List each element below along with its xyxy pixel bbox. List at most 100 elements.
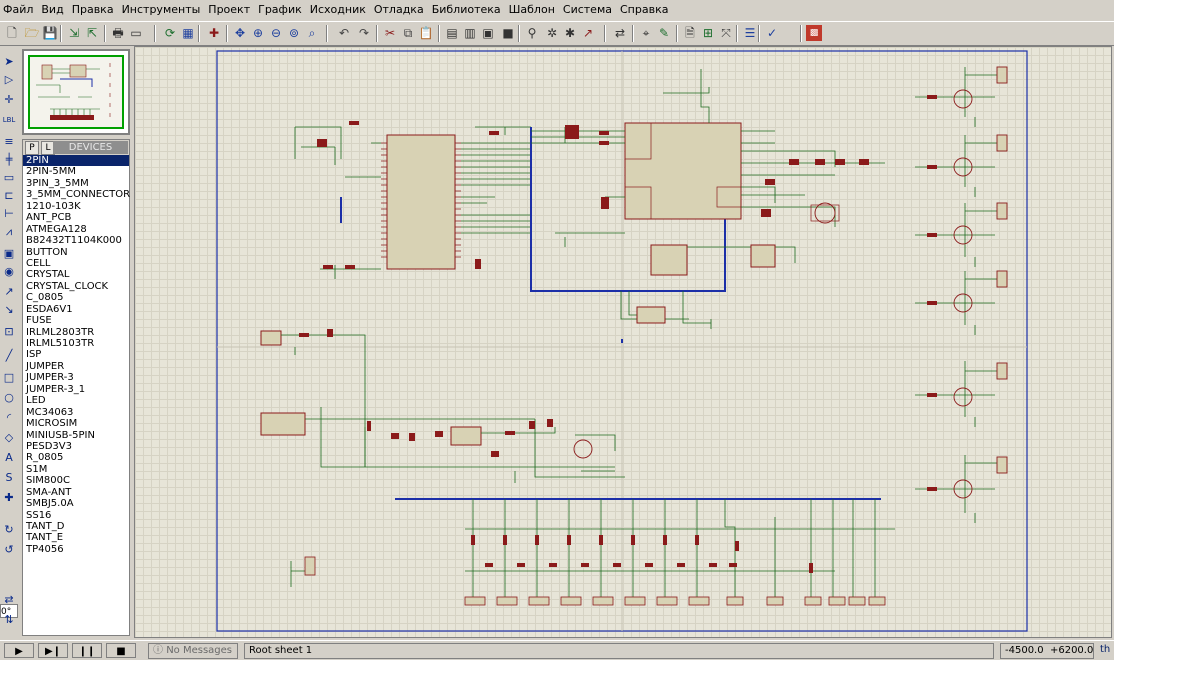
paste-icon[interactable]: 📋	[418, 25, 434, 41]
device-list-item[interactable]: C_0805	[23, 292, 129, 303]
zoom-in-icon[interactable]: ⊕	[250, 25, 266, 41]
netlist-to-ares-icon[interactable]: ▩	[806, 25, 822, 41]
redo-icon[interactable]: ↷	[356, 25, 372, 41]
device-list-item[interactable]: S1M	[23, 464, 129, 475]
make-device-icon[interactable]: ✲	[544, 25, 560, 41]
cut-icon[interactable]: ✂	[382, 25, 398, 41]
block-delete-icon[interactable]: ■	[500, 25, 516, 41]
menu-1[interactable]: Вид	[37, 0, 67, 20]
device-list-item[interactable]: CRYSTAL	[23, 269, 129, 280]
zoom-area-icon[interactable]: ⌕	[304, 25, 320, 41]
device-list-item[interactable]: 2PIN	[23, 155, 129, 167]
circle-2d-icon[interactable]: ○	[1, 390, 17, 406]
undo-icon[interactable]: ↶	[336, 25, 352, 41]
terminals-icon[interactable]: ⊏	[1, 188, 17, 204]
search-tag-icon[interactable]: ⌖	[638, 25, 654, 41]
buses-icon[interactable]: ╪	[1, 152, 17, 168]
device-list-item[interactable]: SMBJ5.0A	[23, 498, 129, 509]
device-list-item[interactable]: BUTTON	[23, 247, 129, 258]
device-list-item[interactable]: TANT_E	[23, 532, 129, 543]
device-list-item[interactable]: ESDA6V1	[23, 304, 129, 315]
refresh-icon[interactable]: ⟳	[162, 25, 178, 41]
device-list-item[interactable]: ATMEGA128	[23, 224, 129, 235]
device-list-item[interactable]: 3_5MM_CONNECTOR	[23, 189, 130, 200]
device-list-item[interactable]: CELL	[23, 258, 129, 269]
box-2d-icon[interactable]: □	[1, 370, 17, 386]
component-mode-icon[interactable]: ▷	[1, 72, 17, 88]
schematic-canvas[interactable]	[134, 46, 1112, 638]
menu-5[interactable]: График	[254, 0, 306, 20]
device-list-item[interactable]: IRLML2803TR	[23, 327, 129, 338]
arc-2d-icon[interactable]: ◜	[1, 410, 17, 426]
device-list-item[interactable]: SS16	[23, 510, 129, 521]
text-script-icon[interactable]: ≡	[1, 134, 17, 150]
rotate-cw-icon[interactable]: ↻	[1, 522, 17, 538]
device-list-item[interactable]: B82432T1104K000	[23, 235, 129, 246]
generator-icon[interactable]: ◉	[1, 264, 17, 280]
device-list-item[interactable]: PESD3V3	[23, 441, 129, 452]
zoom-to-child-icon[interactable]: ⤧	[718, 25, 734, 41]
symbol-icon[interactable]: S	[1, 470, 17, 486]
print-icon[interactable]: 🖶	[110, 25, 126, 41]
bill-of-materials-icon[interactable]: ☰	[742, 25, 758, 41]
zoom-all-icon[interactable]: ⊚	[286, 25, 302, 41]
play-button[interactable]: ▶	[4, 643, 34, 658]
mirror-y-icon[interactable]: ⇅	[1, 612, 17, 628]
menu-4[interactable]: Проект	[204, 0, 254, 20]
stop-button[interactable]: ■	[106, 643, 136, 658]
print-area-icon[interactable]: ▭	[128, 25, 144, 41]
device-list-item[interactable]: JUMPER-3_1	[23, 384, 129, 395]
device-list-item[interactable]: TP4056	[23, 544, 129, 555]
current-probe-icon[interactable]: ↘	[1, 302, 17, 318]
device-list-item[interactable]: ANT_PCB	[23, 212, 129, 223]
device-list-item[interactable]: R_0805	[23, 452, 129, 463]
subcircuit-icon[interactable]: ▭	[1, 170, 17, 186]
device-list-item[interactable]: CRYSTAL_CLOCK	[23, 281, 129, 292]
menu-2[interactable]: Правка	[68, 0, 118, 20]
new-sheet-icon[interactable]: 🗎	[682, 25, 698, 41]
property-assignment-icon[interactable]: ✎	[656, 25, 672, 41]
block-rotate-icon[interactable]: ▣	[480, 25, 496, 41]
marker-icon[interactable]: ✚	[1, 490, 17, 506]
copy-icon[interactable]: ⧉	[400, 25, 416, 41]
device-list-item[interactable]: JUMPER	[23, 361, 129, 372]
device-list-item[interactable]: LED	[23, 395, 129, 406]
device-list-item[interactable]: SMA-ANT	[23, 487, 129, 498]
packaging-tool-icon[interactable]: ✱	[562, 25, 578, 41]
device-list-item[interactable]: MINIUSB-5PIN	[23, 430, 129, 441]
wire-label-icon[interactable]: LBL	[1, 112, 17, 128]
menu-6[interactable]: Исходник	[306, 0, 370, 20]
voltage-probe-icon[interactable]: ↗	[1, 284, 17, 300]
step-button[interactable]: ▶❙	[38, 643, 68, 658]
save-icon[interactable]: 💾	[42, 25, 58, 41]
overview-window[interactable]	[22, 49, 130, 135]
pause-button[interactable]: ❙❙	[72, 643, 102, 658]
device-list-item[interactable]: 2PIN-5MM	[23, 166, 129, 177]
pan-icon[interactable]: ✥	[232, 25, 248, 41]
grid-icon[interactable]: ▦	[180, 25, 196, 41]
graph-icon[interactable]: ⩘	[1, 224, 17, 240]
line-2d-icon[interactable]: ╱	[1, 348, 17, 364]
menu-10[interactable]: Система	[559, 0, 616, 20]
device-list-item[interactable]: 1210-103K	[23, 201, 129, 212]
device-list-item[interactable]: MICROSIM	[23, 418, 129, 429]
wire-autorouter-icon[interactable]: ⇄	[612, 25, 628, 41]
tape-recorder-icon[interactable]: ▣	[1, 246, 17, 262]
messages-field[interactable]: ⓘ No Messages	[148, 643, 238, 659]
device-list-item[interactable]: 3PIN_3_5MM	[23, 178, 129, 189]
electrical-rule-check-icon[interactable]: ✓	[764, 25, 780, 41]
menu-9[interactable]: Шаблон	[505, 0, 559, 20]
menu-7[interactable]: Отладка	[370, 0, 428, 20]
device-list-item[interactable]: TANT_D	[23, 521, 129, 532]
import-icon[interactable]: ⇲	[66, 25, 82, 41]
rotate-ccw-icon[interactable]: ↺	[1, 542, 17, 558]
device-list-item[interactable]: MC34063	[23, 407, 129, 418]
selection-mode-icon[interactable]: ➤	[1, 54, 17, 70]
text-2d-icon[interactable]: A	[1, 450, 17, 466]
menu-3[interactable]: Инструменты	[118, 0, 205, 20]
new-file-icon[interactable]: 🗋	[4, 25, 20, 41]
device-pins-icon[interactable]: ⊢	[1, 206, 17, 222]
zoom-out-icon[interactable]: ⊖	[268, 25, 284, 41]
virtual-instruments-icon[interactable]: ⊡	[1, 324, 17, 340]
mirror-x-icon[interactable]: ⇄	[1, 592, 17, 608]
